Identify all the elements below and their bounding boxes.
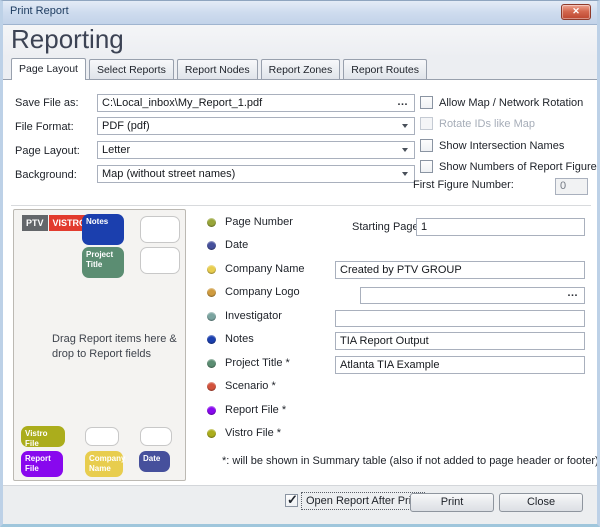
ptv-logo-icon: PTV (22, 215, 48, 231)
drag-hint-text: Drag Report items here & drop to Report … (52, 332, 177, 362)
item-bullet-icon (207, 241, 216, 250)
ptv-vistro-logo: PTV VISTRO (22, 215, 90, 231)
report-item-company-name[interactable]: Company Name (207, 263, 304, 275)
tag-vistro-file[interactable]: Vistro File (21, 426, 65, 447)
notes-input[interactable] (335, 332, 585, 350)
tab-report-nodes[interactable]: Report Nodes (177, 59, 258, 79)
window-title: Print Report (10, 5, 69, 17)
close-window-button[interactable]: ✕ (561, 4, 591, 20)
investigator-field (335, 308, 585, 325)
company-logo-input[interactable] (360, 287, 585, 304)
dropdown-arrow-icon (402, 172, 408, 176)
notes-field (335, 331, 585, 349)
background-label: Background: (15, 169, 77, 181)
empty-drop-slot[interactable] (85, 427, 119, 446)
report-layout-drop-panel[interactable]: PTV VISTRO Notes Project Title Drag Repo… (13, 209, 186, 481)
checkbox-show-intersection-names[interactable]: Show Intersection Names (420, 139, 564, 152)
checkbox-allow-map-rotation[interactable]: Allow Map / Network Rotation (420, 96, 583, 109)
check-icon: ✓ (287, 492, 298, 508)
checkbox-rotate-ids: Rotate IDs like Map (420, 117, 535, 130)
checkbox-open-report-after-print[interactable]: ✓ (285, 494, 298, 507)
report-item-date[interactable]: Date (207, 239, 248, 251)
item-bullet-icon (207, 288, 216, 297)
page-title: Reporting (11, 24, 124, 55)
checkbox-box[interactable] (420, 139, 433, 152)
report-item-project-title[interactable]: Project Title * (207, 357, 290, 369)
close-button[interactable]: Close (499, 493, 583, 512)
empty-drop-slot[interactable] (140, 247, 180, 274)
save-file-field: … (97, 93, 415, 111)
tab-report-zones[interactable]: Report Zones (261, 59, 341, 79)
empty-drop-slot[interactable] (140, 427, 172, 446)
tab-select-reports[interactable]: Select Reports (89, 59, 174, 79)
report-item-investigator[interactable]: Investigator (207, 310, 282, 322)
report-item-company-logo[interactable]: Company Logo (207, 286, 300, 298)
first-figure-number-label: First Figure Number: (413, 179, 514, 191)
first-figure-number-input (555, 178, 588, 195)
item-bullet-icon (207, 382, 216, 391)
page-layout-select[interactable]: Letter (97, 141, 415, 159)
project-title-input[interactable] (335, 356, 585, 374)
tab-strip: Page Layout Select Reports Report Nodes … (3, 58, 597, 80)
close-icon: ✕ (572, 6, 580, 16)
background-value: Map (without street names) (102, 168, 235, 180)
item-bullet-icon (207, 335, 216, 344)
item-bullet-icon (207, 429, 216, 438)
report-item-notes[interactable]: Notes (207, 333, 254, 345)
company-name-field (335, 260, 585, 278)
dialog-header: Reporting (3, 25, 597, 58)
browse-company-logo-button[interactable]: … (567, 285, 579, 301)
checkbox-label: Rotate IDs like Map (439, 118, 535, 130)
tag-report-file[interactable]: Report File (21, 451, 63, 477)
checkbox-box[interactable] (420, 160, 433, 173)
open-report-after-print-label[interactable]: Open Report After Print (301, 492, 425, 510)
empty-drop-slot[interactable] (140, 216, 180, 243)
print-report-dialog: Print Report ✕ Reporting Page Layout Sel… (0, 0, 600, 527)
report-item-report-file[interactable]: Report File * (207, 404, 286, 416)
item-bullet-icon (207, 312, 216, 321)
company-logo-field: … (360, 285, 585, 302)
background-select[interactable]: Map (without street names) (97, 165, 415, 183)
save-file-label: Save File as: (15, 97, 79, 109)
file-format-select[interactable]: PDF (pdf) (97, 117, 415, 135)
file-format-label: File Format: (15, 121, 74, 133)
dropdown-arrow-icon (402, 124, 408, 128)
page-layout-value: Letter (102, 144, 130, 156)
browse-save-file-button[interactable]: … (397, 94, 409, 110)
tag-company-name[interactable]: Company Name (85, 451, 123, 477)
summary-footnote: *: will be shown in Summary table (also … (222, 455, 599, 467)
section-divider (11, 205, 591, 206)
checkbox-label: Show Numbers of Report Figures (439, 161, 600, 173)
starting-page-field (416, 217, 585, 235)
investigator-input[interactable] (335, 310, 585, 327)
checkbox-label: Allow Map / Network Rotation (439, 97, 583, 109)
first-figure-number-field (555, 176, 588, 193)
save-file-input[interactable] (97, 94, 415, 112)
report-item-page-number[interactable]: Page Number (207, 216, 293, 228)
checkbox-box[interactable] (420, 96, 433, 109)
tag-date[interactable]: Date (139, 451, 170, 472)
titlebar[interactable]: Print Report ✕ (0, 0, 600, 25)
page-layout-label: Page Layout: (15, 145, 80, 157)
tag-project-title[interactable]: Project Title (82, 247, 124, 278)
starting-page-input[interactable] (416, 218, 585, 236)
item-bullet-icon (207, 359, 216, 368)
item-bullet-icon (207, 218, 216, 227)
dropdown-arrow-icon (402, 148, 408, 152)
project-title-field (335, 355, 585, 373)
company-name-input[interactable] (335, 261, 585, 279)
report-item-scenario[interactable]: Scenario * (207, 380, 276, 392)
file-format-value: PDF (pdf) (102, 120, 150, 132)
item-bullet-icon (207, 265, 216, 274)
checkbox-box (420, 117, 433, 130)
checkbox-label: Show Intersection Names (439, 140, 564, 152)
tab-report-routes[interactable]: Report Routes (343, 59, 427, 79)
tag-notes[interactable]: Notes (82, 214, 124, 245)
checkbox-show-numbers[interactable]: Show Numbers of Report Figures (420, 160, 600, 173)
report-item-vistro-file[interactable]: Vistro File * (207, 427, 281, 439)
item-bullet-icon (207, 406, 216, 415)
starting-page-label: Starting Page: (352, 221, 414, 233)
tab-page-layout[interactable]: Page Layout (11, 58, 86, 80)
print-button[interactable]: Print (410, 493, 494, 512)
